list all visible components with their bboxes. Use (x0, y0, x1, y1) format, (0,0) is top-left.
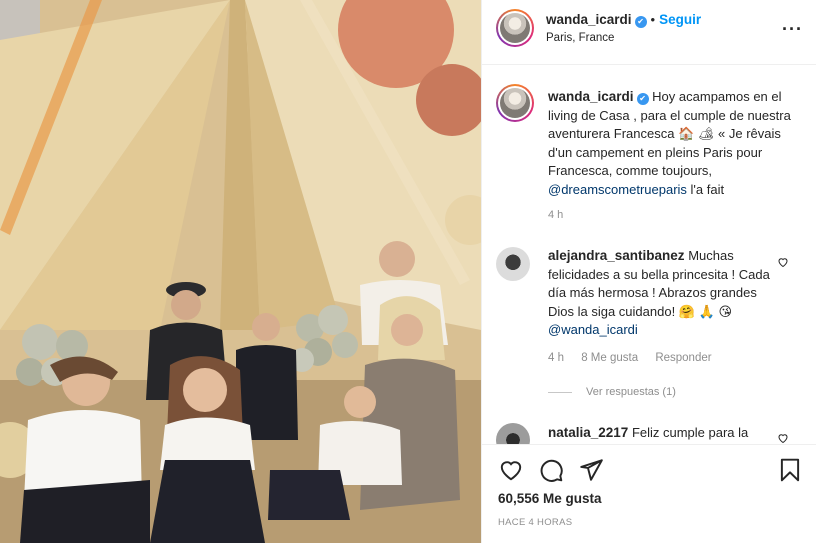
replies-divider-line (548, 391, 572, 393)
bookmark-icon[interactable] (777, 457, 803, 483)
post-image (0, 0, 481, 543)
more-options-icon[interactable]: ··· (782, 20, 803, 38)
comment-icon[interactable] (538, 457, 564, 483)
author-line: wanda_icardi ✔ • Seguir (546, 12, 701, 28)
caption-text-end: l'a fait (690, 181, 725, 197)
location-link[interactable]: Paris, France (546, 32, 614, 44)
caption-author-avatar[interactable] (496, 84, 534, 122)
post-details-panel: wanda_icardi ✔ • Seguir Paris, France ··· w… (481, 0, 816, 543)
post-photo[interactable] (0, 0, 481, 543)
camping-emoji-icon: 🏕 (697, 126, 715, 142)
comment-like-heart-icon[interactable] (777, 256, 789, 268)
view-replies-button[interactable]: Ver respuestas (1) (548, 386, 676, 398)
share-icon[interactable] (578, 457, 604, 483)
caption-username[interactable]: wanda_icardi (548, 89, 634, 104)
pray-emoji-icon: 🙏 (698, 303, 715, 319)
heart-icon[interactable] (498, 457, 524, 483)
house-emoji-icon: 🏠 (678, 126, 695, 142)
caption-mention-link[interactable]: @dreamscometrueparis (548, 182, 687, 197)
commenter-username[interactable]: natalia_2217 (548, 425, 628, 440)
hug-emoji-icon: 🤗 (678, 303, 696, 319)
separator-dot: • (650, 12, 656, 27)
follow-button[interactable]: Seguir (659, 12, 701, 27)
comment-mention-link[interactable]: @wanda_icardi (548, 322, 638, 337)
author-avatar[interactable] (496, 9, 534, 47)
comment-text-block: natalia_2217 Feliz cumple para la (548, 425, 776, 440)
post-header: wanda_icardi ✔ • Seguir Paris, France ··· (482, 0, 816, 65)
verified-badge-icon: ✔ (634, 16, 647, 28)
caption-timestamp[interactable]: 4 h (548, 209, 563, 221)
post-caption: wanda_icardi ✔ Hoy acampamos en el living… (548, 88, 796, 200)
comment-meta: 4 h 8 Me gusta Responder (548, 352, 726, 364)
commenter-username[interactable]: alejandra_santibanez (548, 248, 685, 263)
view-replies-label: Ver respuestas (1) (586, 386, 676, 398)
post-actions: 60,556 Me gusta HACE 4 HORAS (482, 444, 816, 543)
verified-badge-icon: ✔ (636, 93, 649, 105)
kiss-emoji-icon: 😘 (718, 303, 733, 319)
author-username[interactable]: wanda_icardi (546, 12, 632, 27)
comment-text: Feliz cumple para la (631, 425, 749, 440)
comment-timestamp[interactable]: 4 h (548, 352, 564, 364)
likes-count[interactable]: 60,556 Me gusta (498, 491, 602, 506)
post-timestamp[interactable]: HACE 4 HORAS (498, 517, 572, 528)
comment-like-heart-icon[interactable] (777, 432, 789, 444)
comment-likes-count[interactable]: 8 Me gusta (581, 352, 638, 364)
commenter-avatar[interactable] (496, 247, 530, 281)
commenter-avatar[interactable] (496, 423, 530, 444)
comment-text-block: alejandra_santibanez Muchas felicidades … (548, 247, 776, 340)
reply-button[interactable]: Responder (655, 352, 711, 364)
comments-list[interactable]: wanda_icardi ✔ Hoy acampamos en el living… (482, 66, 816, 444)
